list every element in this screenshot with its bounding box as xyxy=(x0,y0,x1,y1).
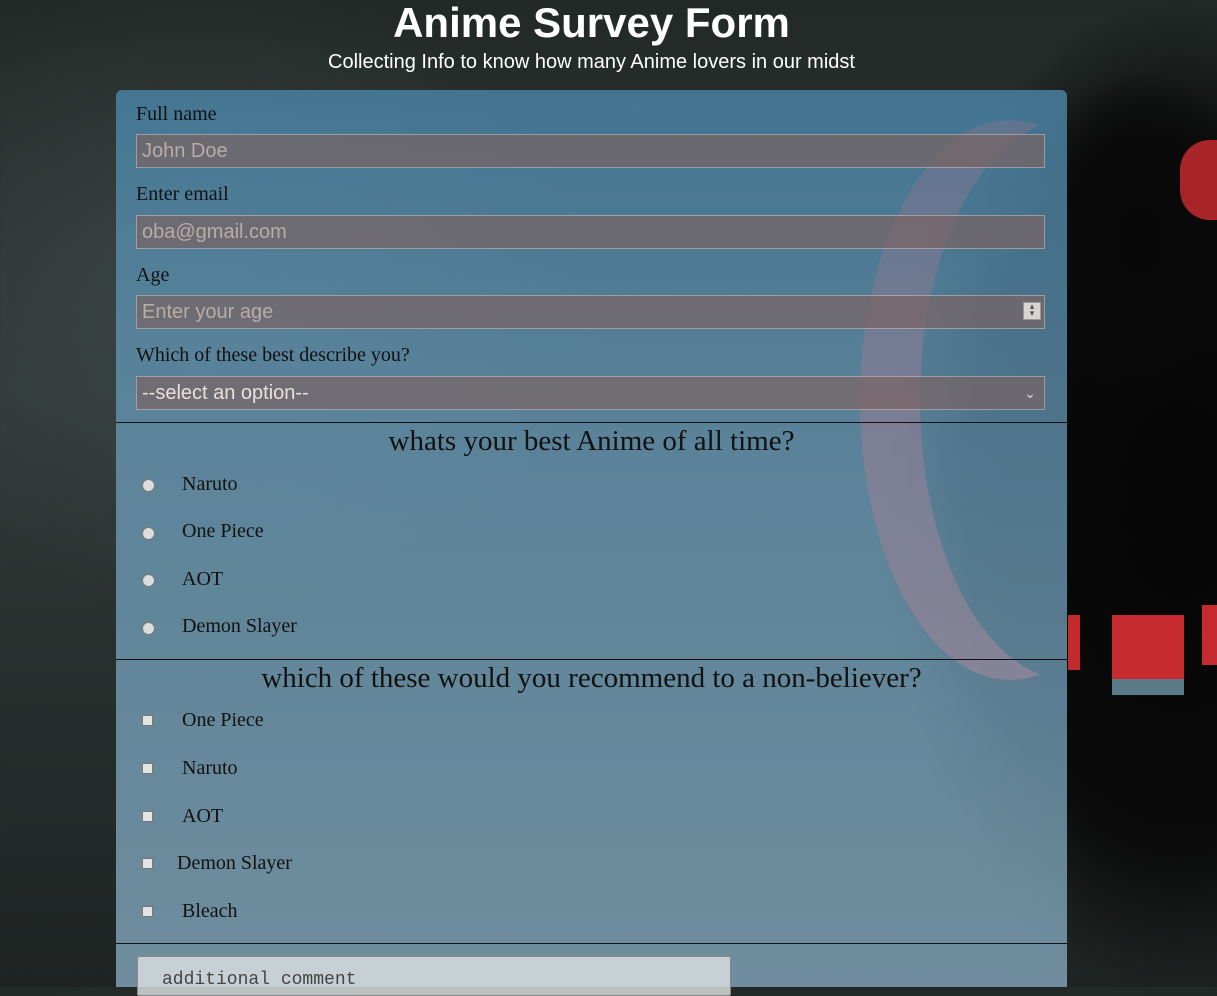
comment-textarea[interactable]: additional comment xyxy=(137,956,731,996)
background-red-shape xyxy=(1202,605,1217,665)
checkbox-naruto[interactable] xyxy=(142,763,153,774)
comment-placeholder: additional comment xyxy=(162,970,357,990)
survey-form: Full name Enter email Age ▴▾ Which of th… xyxy=(116,90,1067,996)
background-red-shape xyxy=(1180,140,1217,220)
section-divider xyxy=(116,659,1067,660)
page-header: Anime Survey Form Collecting Info to kno… xyxy=(0,0,1183,74)
background-red-shape xyxy=(1112,615,1184,695)
checkbox-label: Bleach xyxy=(182,900,238,922)
section-divider xyxy=(116,943,1067,944)
age-input[interactable] xyxy=(136,295,1045,329)
radio-one-piece[interactable] xyxy=(142,527,155,540)
page-title: Anime Survey Form xyxy=(393,0,790,46)
checkbox-demon-slayer[interactable] xyxy=(142,858,153,869)
radio-demon-slayer[interactable] xyxy=(142,622,155,635)
name-label: Full name xyxy=(136,103,217,125)
email-input[interactable] xyxy=(136,215,1045,249)
name-input[interactable] xyxy=(136,134,1045,168)
radio-label: AOT xyxy=(182,568,224,590)
describe-select-value: --select an option-- xyxy=(142,382,309,404)
checkbox-aot[interactable] xyxy=(142,811,153,822)
radio-naruto[interactable] xyxy=(142,479,155,492)
checkbox-label: Demon Slayer xyxy=(177,852,292,874)
describe-select[interactable]: --select an option-- ⌄ xyxy=(136,376,1045,410)
email-label: Enter email xyxy=(136,183,229,205)
chevron-down-icon: ⌄ xyxy=(1024,385,1036,401)
best-anime-title: whats your best Anime of all time? xyxy=(388,425,795,457)
radio-label: Naruto xyxy=(182,473,238,495)
number-spinner-icon[interactable]: ▴ ▾ xyxy=(1023,302,1041,320)
checkbox-label: Naruto xyxy=(182,757,238,779)
radio-label: Demon Slayer xyxy=(182,615,297,637)
recommend-title: which of these would you recommend to a … xyxy=(261,662,922,694)
checkbox-bleach[interactable] xyxy=(142,906,153,917)
checkbox-label: AOT xyxy=(182,805,224,827)
checkbox-label: One Piece xyxy=(182,709,264,731)
background-red-shape xyxy=(1068,615,1080,670)
radio-aot[interactable] xyxy=(142,574,155,587)
page-description: Collecting Info to know how many Anime l… xyxy=(328,51,855,73)
section-divider xyxy=(116,422,1067,423)
checkbox-one-piece[interactable] xyxy=(142,715,153,726)
age-field-wrapper: ▴▾ xyxy=(136,295,1045,329)
age-label: Age xyxy=(136,264,170,286)
describe-label: Which of these best describe you? xyxy=(136,344,410,366)
radio-label: One Piece xyxy=(182,520,264,542)
